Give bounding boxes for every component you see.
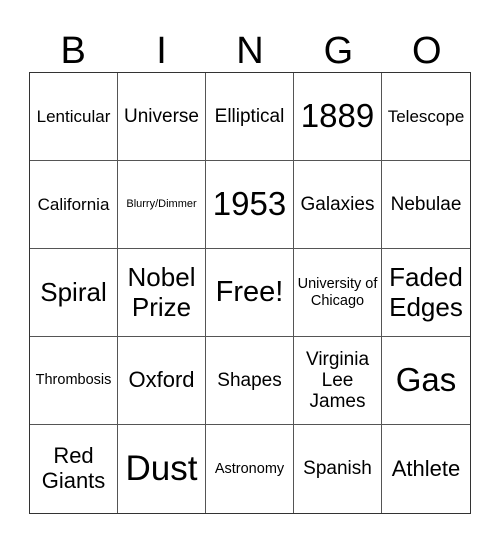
bingo-cell[interactable]: Blurry/Dimmer (118, 161, 206, 249)
header-letter-g: G (323, 30, 354, 72)
bingo-cell[interactable]: Telescope (382, 73, 470, 161)
header-letter-o: O (411, 30, 442, 72)
bingo-card-grid: Lenticular Universe Elliptical 1889 Tele… (29, 72, 471, 514)
bingo-cell[interactable]: Astronomy (206, 425, 294, 513)
header-letter-n: N (236, 30, 264, 72)
bingo-cell[interactable]: Thrombosis (30, 337, 118, 425)
bingo-cell[interactable]: Athlete (382, 425, 470, 513)
bingo-cell[interactable]: Universe (118, 73, 206, 161)
header-letter-i: I (156, 30, 167, 72)
bingo-cell[interactable]: Lenticular (30, 73, 118, 161)
bingo-cell[interactable]: University of Chicago (294, 249, 382, 337)
bingo-cell[interactable]: Gas (382, 337, 470, 425)
bingo-cell[interactable]: Spiral (30, 249, 118, 337)
bingo-free-cell[interactable]: Free! (206, 249, 294, 337)
bingo-cell[interactable]: Spanish (294, 425, 382, 513)
bingo-cell[interactable]: Nobel Prize (118, 249, 206, 337)
bingo-cell[interactable]: Elliptical (206, 73, 294, 161)
bingo-cell[interactable]: 1953 (206, 161, 294, 249)
bingo-cell[interactable]: Galaxies (294, 161, 382, 249)
bingo-cell[interactable]: Shapes (206, 337, 294, 425)
bingo-cell[interactable]: Oxford (118, 337, 206, 425)
bingo-cell[interactable]: Dust (118, 425, 206, 513)
bingo-cell[interactable]: Faded Edges (382, 249, 470, 337)
bingo-cell[interactable]: Red Giants (30, 425, 118, 513)
bingo-header: B I N G O (29, 30, 471, 72)
bingo-cell[interactable]: Nebulae (382, 161, 470, 249)
header-letter-b: B (60, 30, 86, 72)
bingo-cell[interactable]: California (30, 161, 118, 249)
bingo-cell[interactable]: 1889 (294, 73, 382, 161)
bingo-cell[interactable]: Virginia Lee James (294, 337, 382, 425)
